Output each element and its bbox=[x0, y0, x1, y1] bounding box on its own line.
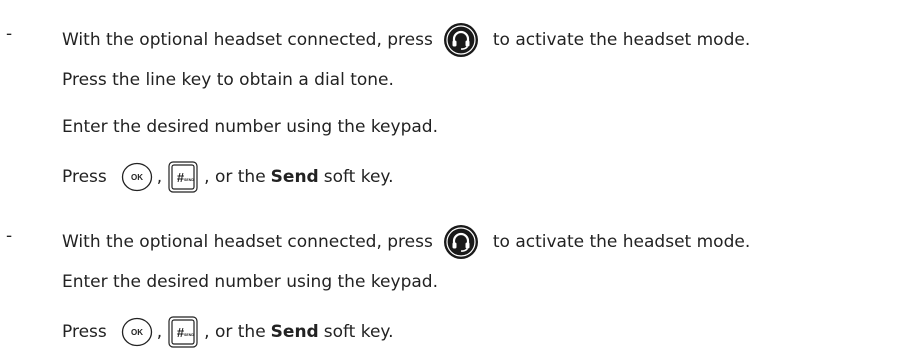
step-headset: With the optional headset connected, pre… bbox=[62, 224, 750, 260]
headset-icon bbox=[443, 225, 478, 259]
ok-key-label: OK bbox=[131, 328, 143, 337]
or-the-text: , or the bbox=[204, 322, 266, 342]
ok-key-label: OK bbox=[131, 173, 143, 182]
step-text-after: to activate the headset mode. bbox=[492, 30, 751, 50]
send-soft-key-name: Send bbox=[270, 167, 319, 187]
send-key-icon: # SEND bbox=[168, 316, 198, 348]
step-text: Press the line key to obtain a dial tone… bbox=[62, 70, 394, 90]
ok-key-icon: OK bbox=[121, 162, 152, 192]
soft-key-text: soft key. bbox=[323, 322, 394, 342]
step-text-before: With the optional headset connected, pre… bbox=[62, 232, 433, 252]
step-headset: With the optional headset connected, pre… bbox=[62, 22, 750, 58]
step-enter-number: Enter the desired number using the keypa… bbox=[62, 115, 438, 139]
comma: , bbox=[156, 322, 163, 342]
step-text-before: With the optional headset connected, pre… bbox=[62, 30, 433, 50]
step-press-text: Press bbox=[62, 167, 107, 187]
headset-icon bbox=[443, 23, 478, 57]
step-press-text: Press bbox=[62, 322, 107, 342]
bullet-dash: - bbox=[6, 24, 13, 44]
ok-key-icon: OK bbox=[121, 317, 152, 347]
comma: , bbox=[156, 167, 163, 187]
step-send: Press OK , # SEND , or the Send soft key… bbox=[62, 316, 393, 348]
step-text: Enter the desired number using the keypa… bbox=[62, 117, 438, 137]
send-key-label: SEND bbox=[184, 178, 194, 182]
send-key-icon: # SEND bbox=[168, 161, 198, 193]
bullet-dash: - bbox=[6, 226, 13, 246]
send-key-label: SEND bbox=[184, 333, 194, 337]
step-line-key: Press the line key to obtain a dial tone… bbox=[62, 68, 394, 92]
step-send: Press OK , # SEND , or the Send soft key… bbox=[62, 161, 393, 193]
step-enter-number: Enter the desired number using the keypa… bbox=[62, 270, 438, 294]
send-soft-key-name: Send bbox=[270, 322, 319, 342]
or-the-text: , or the bbox=[204, 167, 266, 187]
soft-key-text: soft key. bbox=[323, 167, 394, 187]
step-text-after: to activate the headset mode. bbox=[492, 232, 751, 252]
step-text: Enter the desired number using the keypa… bbox=[62, 272, 438, 292]
